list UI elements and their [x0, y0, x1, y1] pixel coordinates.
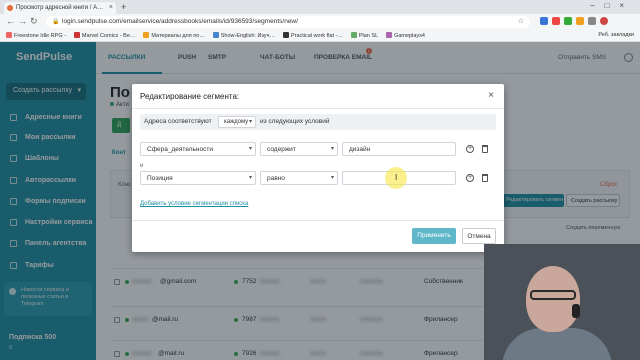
edit-segment-modal: Редактирование сегмента: × Адреса соотве… [132, 84, 504, 252]
webcam-overlay [484, 244, 640, 360]
chevron-down-icon: ▾ [330, 175, 334, 181]
url-text: login.sendpulse.com/emailservice/address… [62, 18, 298, 25]
profile-icon[interactable] [600, 17, 608, 25]
bookmark-star-icon[interactable]: ☆ [518, 17, 524, 25]
apply-button[interactable]: Применить [412, 228, 456, 244]
add-segmentation-condition-link[interactable]: Добавить условие сегментации списка [140, 201, 248, 207]
extension-icon[interactable] [552, 17, 560, 25]
extension-icon[interactable] [540, 17, 548, 25]
match-prefix: Адреса соответствуют [144, 118, 212, 125]
match-suffix: из следующих условий [260, 118, 330, 125]
condition-field-select[interactable]: Сфера_деятельности ▾ [140, 142, 256, 156]
window-controls[interactable]: –□× [590, 1, 634, 10]
forward-icon[interactable]: → [18, 16, 27, 26]
back-icon[interactable]: ← [6, 16, 15, 26]
bookmarks-bar: Freestone Idle RPG - Marvel Comics - Ве…… [0, 30, 640, 42]
bookmark-item[interactable]: Материалы для по… [143, 30, 205, 39]
tab-title: Просмотр адресной книги / А… [16, 5, 104, 11]
chevron-down-icon: ▾ [248, 175, 252, 181]
chevron-down-icon: ▾ [330, 146, 334, 152]
extension-icon[interactable] [576, 17, 584, 25]
bookmark-item[interactable]: Practical work flat -… [282, 30, 343, 39]
condition-value-input[interactable]: дизайн [342, 142, 456, 156]
condition-operator-select[interactable]: содержит ▾ [260, 142, 338, 156]
divider [132, 108, 504, 109]
tab-close-icon[interactable]: × [109, 4, 113, 11]
modal-title: Редактирование сегмента: [140, 92, 240, 101]
bookmark-item[interactable]: Plan SL [350, 30, 378, 39]
tab-favicon-icon [7, 5, 13, 11]
bookmark-item[interactable]: Gameplays4 [386, 30, 425, 39]
lock-icon: 🔒 [52, 19, 60, 25]
browser-tabbar: Просмотр адресной книги / А… × + –□× [0, 0, 640, 14]
extensions [540, 17, 636, 27]
address-bar-row: ← → ↻ 🔒 login.sendpulse.com/emailservice… [0, 14, 640, 30]
and-label: и [140, 163, 144, 169]
condition-field-select[interactable]: Позиция ▾ [140, 171, 256, 185]
bookmark-item[interactable]: Marvel Comics - Ве… [73, 30, 135, 39]
url-input[interactable]: 🔒 login.sendpulse.com/emailservice/addre… [46, 16, 530, 28]
trash-icon[interactable] [482, 174, 488, 182]
match-mode-select[interactable]: каждому ▾ [218, 116, 256, 128]
bookmark-item[interactable]: Freestone Idle RPG - [6, 30, 66, 39]
divider [132, 220, 504, 221]
match-condition-bar: Адреса соответствуют каждому ▾ из следую… [140, 114, 496, 130]
extension-icon[interactable] [588, 17, 596, 25]
text-cursor-icon: I [395, 173, 398, 182]
browser-tab[interactable]: Просмотр адресной книги / А… × [4, 2, 116, 14]
add-condition-icon[interactable]: + [466, 145, 474, 153]
webcam-glasses [530, 290, 576, 300]
other-bookmarks[interactable]: Реб. закладки [598, 32, 634, 38]
condition-operator-select[interactable]: равно ▾ [260, 171, 338, 185]
new-tab-icon[interactable]: + [121, 2, 126, 12]
chevron-down-icon: ▾ [248, 119, 252, 125]
close-icon[interactable]: × [488, 90, 494, 101]
trash-icon[interactable] [482, 145, 488, 153]
webcam-headphones [572, 304, 580, 318]
reload-icon[interactable]: ↻ [30, 16, 38, 27]
cancel-button[interactable]: Отмена [462, 228, 496, 244]
chevron-down-icon: ▾ [248, 146, 252, 152]
bookmark-item[interactable]: Show-English: Изуч… [212, 30, 275, 39]
add-condition-icon[interactable]: + [466, 174, 474, 182]
extension-icon[interactable] [564, 17, 572, 25]
